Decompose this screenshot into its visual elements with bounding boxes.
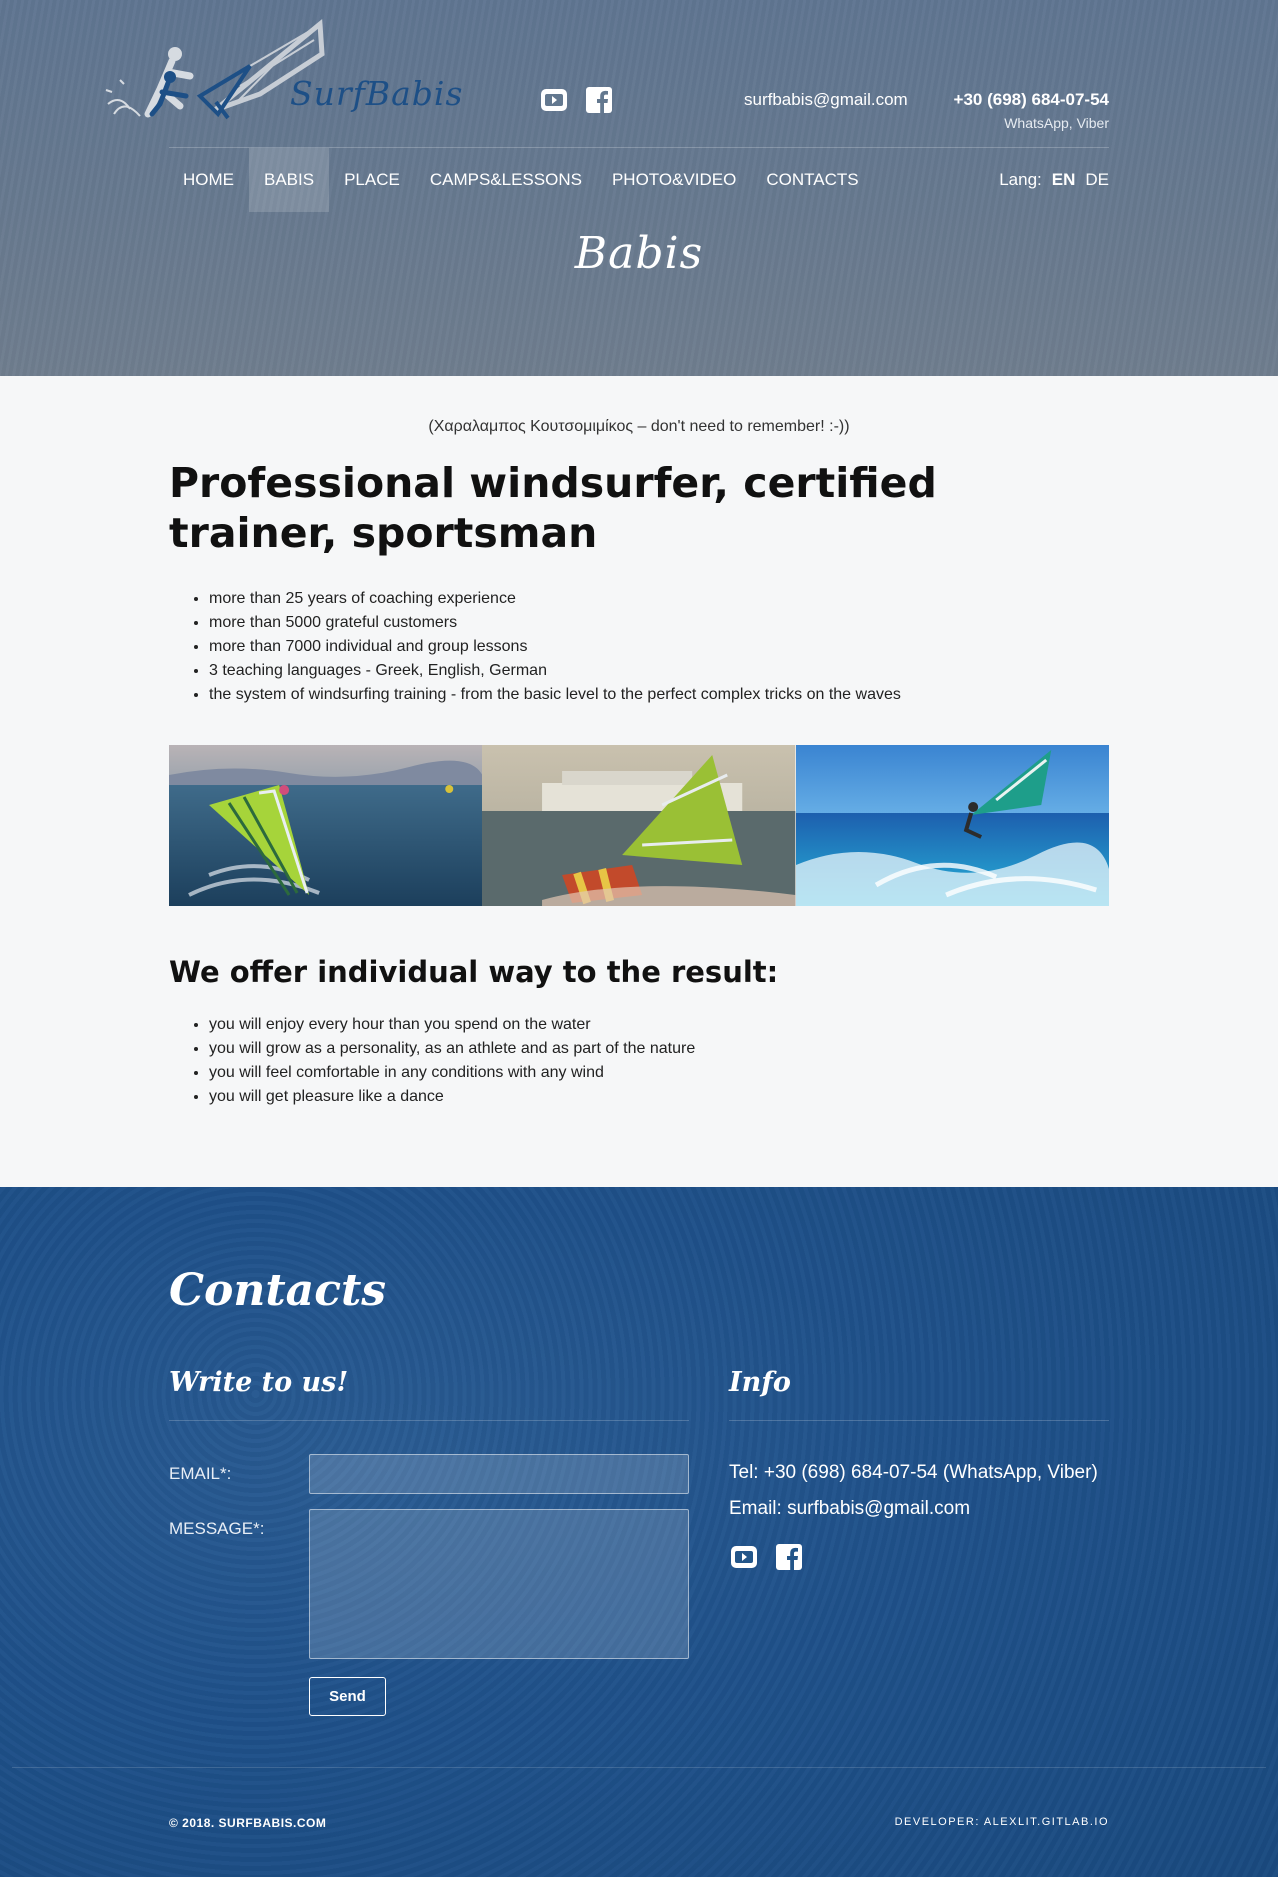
contact-form-divider — [169, 1420, 689, 1421]
lang-option-en[interactable]: EN — [1052, 148, 1076, 212]
message-label: MESSAGE*: — [169, 1519, 265, 1538]
developer-credit[interactable]: DEVELOPER: ALEXLIT.GITLAB.IO — [895, 1816, 1109, 1828]
send-button[interactable]: Send — [309, 1677, 386, 1716]
offer-title: We offer individual way to the result: — [169, 955, 779, 989]
header: SurfBabis surfbabis@gmail.com +30 (698) … — [0, 0, 1278, 376]
facts-list: more than 25 years of coaching experienc… — [209, 587, 901, 707]
email-label: EMAIL*: — [169, 1464, 232, 1483]
windsurf-photo-2[interactable] — [482, 745, 796, 906]
list-item: you will get pleasure like a dance — [209, 1085, 695, 1109]
nav-item-place[interactable]: PLACE — [329, 148, 415, 212]
header-email[interactable]: surfbabis@gmail.com — [744, 90, 908, 110]
lang-label: Lang: — [999, 170, 1042, 189]
list-item: you will enjoy every hour than you spend… — [209, 1013, 695, 1037]
footer-divider — [12, 1767, 1266, 1768]
info-email[interactable]: Email: surfbabis@gmail.com — [729, 1498, 970, 1520]
windsurf-photo-1[interactable] — [169, 745, 483, 906]
nav-item-home[interactable]: HOME — [168, 148, 249, 212]
greek-name-note: (Χαραλαμπος Κουτσομιμίκος – don't need t… — [428, 418, 850, 435]
info-title: Info — [729, 1367, 791, 1398]
lang-option-de[interactable]: DE — [1085, 148, 1109, 212]
list-item: more than 7000 individual and group less… — [209, 635, 901, 659]
nav-item-camps-lessons[interactable]: CAMPS&LESSONS — [415, 148, 597, 212]
footer: Contacts Write to us! Info EMAIL*: MESSA… — [0, 1187, 1278, 1877]
info-divider — [729, 1420, 1109, 1421]
facebook-icon[interactable] — [585, 86, 613, 114]
list-item: you will grow as a personality, as an at… — [209, 1037, 695, 1061]
youtube-icon[interactable] — [730, 1543, 758, 1571]
list-item: the system of windsurfing training - fro… — [209, 683, 901, 707]
contacts-title: Contacts — [169, 1265, 387, 1316]
header-phone-note: WhatsApp, Viber — [1004, 115, 1109, 131]
list-item: more than 25 years of coaching experienc… — [209, 587, 901, 611]
page-title: Babis — [574, 228, 704, 279]
language-switcher: Lang: EN DE — [999, 148, 1109, 212]
nav-item-contacts[interactable]: CONTACTS — [751, 148, 873, 212]
windsurf-photo-3[interactable] — [795, 745, 1109, 906]
main-nav: HOME BABIS PLACE CAMPS&LESSONS PHOTO&VID… — [168, 148, 874, 212]
facebook-icon[interactable] — [775, 1543, 803, 1571]
header-phone[interactable]: +30 (698) 684-07-54 — [954, 90, 1109, 110]
youtube-icon[interactable] — [540, 86, 568, 114]
photo-strip — [169, 745, 1109, 906]
write-to-us-title: Write to us! — [169, 1367, 349, 1398]
info-tel[interactable]: Tel: +30 (698) 684-07-54 (WhatsApp, Vibe… — [729, 1462, 1098, 1484]
list-item: you will feel comfortable in any conditi… — [209, 1061, 695, 1085]
nav-item-babis[interactable]: BABIS — [249, 148, 330, 212]
offers-list: you will enjoy every hour than you spend… — [209, 1013, 695, 1109]
copyright: © 2018. SURFBABIS.COM — [169, 1816, 327, 1830]
list-item: more than 5000 grateful customers — [209, 611, 901, 635]
message-field[interactable] — [309, 1509, 689, 1659]
nav-item-photo-video[interactable]: PHOTO&VIDEO — [597, 148, 751, 212]
main-headline: Professional windsurfer, certified train… — [169, 459, 937, 557]
logo-text[interactable]: SurfBabis — [290, 74, 463, 113]
email-field[interactable] — [309, 1454, 689, 1494]
list-item: 3 teaching languages - Greek, English, G… — [209, 659, 901, 683]
